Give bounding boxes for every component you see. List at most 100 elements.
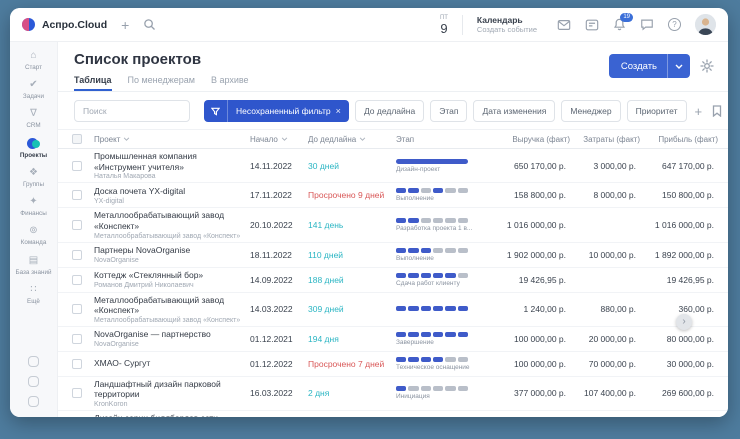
sidebar-item-finance[interactable]: ✦Финансы <box>14 192 52 221</box>
active-filter-chip[interactable]: Несохраненный фильтр × <box>204 100 349 122</box>
sidebar-item-label: Группы <box>23 181 44 188</box>
scroll-right-button[interactable]: › <box>676 314 692 330</box>
tab-table[interactable]: Таблица <box>74 75 112 91</box>
project-name-link[interactable]: ХМАО- Сургут <box>94 358 250 369</box>
table-row[interactable]: Металлообрабатывающий завод «Конспект» М… <box>58 208 728 242</box>
column-header-revenue[interactable]: Выручка (факт) <box>496 135 570 144</box>
table-row[interactable]: Металлообрабатывающий завод «Конспект» М… <box>58 293 728 327</box>
project-revenue: 158 800,00 р. <box>496 190 570 200</box>
column-header-deadline[interactable]: До дедлайна <box>308 135 396 144</box>
sidebar-item-more[interactable]: ∷Ещё <box>14 280 52 309</box>
row-checkbox[interactable] <box>72 388 82 398</box>
calendar-widget[interactable]: Календарь Создать событие <box>477 15 537 35</box>
project-name-link[interactable]: Ландшафтный дизайн парковой территории <box>94 379 250 400</box>
quick-add-button[interactable]: + <box>121 18 129 32</box>
calendar-date[interactable]: пт 9 <box>440 15 448 35</box>
row-checkbox[interactable] <box>72 334 82 344</box>
user-avatar[interactable] <box>695 14 716 35</box>
project-name-link[interactable]: Промышленная компания «Инструмент учител… <box>94 151 250 172</box>
stage-label: Разработка проекта 1 в... <box>396 225 492 232</box>
funnel-icon: ∇ <box>30 108 37 120</box>
row-checkbox[interactable] <box>72 220 82 230</box>
project-name-link[interactable]: Партнеры NovaOrganise <box>94 245 250 256</box>
sidebar-item-tasks[interactable]: ✔Задачи <box>14 75 52 104</box>
sidebar-item-label: Старт <box>25 64 42 71</box>
row-checkbox[interactable] <box>72 275 82 285</box>
row-checkbox[interactable] <box>72 250 82 260</box>
project-name-link[interactable]: Металлообрабатывающий завод «Конспект» <box>94 210 250 231</box>
create-button[interactable]: Создать <box>609 54 690 78</box>
project-deadline: 188 дней <box>308 275 396 285</box>
table-row[interactable]: Промышленная компания «Инструмент учител… <box>58 149 728 183</box>
sidebar-extra-icon-3[interactable] <box>28 396 39 407</box>
column-header-costs[interactable]: Затраты (факт) <box>570 135 640 144</box>
sidebar-item-projects[interactable]: Проекты <box>14 134 52 163</box>
sidebar-item-knowledge[interactable]: ▤База знаний <box>14 251 52 280</box>
team-icon: ⊚ <box>29 225 37 237</box>
project-revenue: 19 426,95 р. <box>496 275 570 285</box>
column-header-start[interactable]: Начало <box>250 135 308 144</box>
finance-icon: ✦ <box>29 196 37 208</box>
page-settings-gear-icon[interactable] <box>700 59 714 73</box>
sidebar: ⌂Старт✔Задачи∇CRMПроекты❖Группы✦Финансы⊚… <box>10 42 58 417</box>
column-header-project[interactable]: Проект <box>94 135 250 144</box>
sidebar-item-team[interactable]: ⊚Команда <box>14 221 52 250</box>
main-content: Список проектов ТаблицаПо менеджерамВ ар… <box>58 42 728 417</box>
sidebar-item-groups[interactable]: ❖Группы <box>14 163 52 192</box>
calendar-create-event: Создать событие <box>477 25 537 34</box>
bookmark-icon[interactable] <box>710 105 724 117</box>
column-header-profit[interactable]: Прибыль (факт) <box>640 135 718 144</box>
project-name-link[interactable]: Доска почета YX-digital <box>94 186 250 197</box>
sidebar-item-label: Задачи <box>23 93 44 100</box>
add-filter-icon[interactable]: + <box>693 104 705 119</box>
sidebar-item-start[interactable]: ⌂Старт <box>14 46 52 75</box>
tab-by-manager[interactable]: По менеджерам <box>128 75 195 91</box>
project-client: Романов Дмитрий Николаевич <box>94 282 250 289</box>
project-name-link[interactable]: Дизайн серии биллбордов сети закусочных … <box>94 413 250 417</box>
stage-progress-bar <box>396 273 468 278</box>
filter-button[interactable]: Дата изменения <box>473 100 555 122</box>
filter-button[interactable]: Приоритет <box>627 100 687 122</box>
select-all-checkbox[interactable] <box>72 134 82 144</box>
project-client: NovaOrganise <box>94 257 250 264</box>
notifications-badge: 19 <box>620 13 633 22</box>
filter-button[interactable]: До дедлайна <box>355 100 424 122</box>
project-profit: 1 016 000,00 р. <box>640 220 718 230</box>
project-name-link[interactable]: NovaOrganise — партнерство <box>94 329 250 340</box>
table-row[interactable]: Партнеры NovaOrganise NovaOrganise 18.11… <box>58 243 728 268</box>
notifications-bell-icon[interactable]: 19 <box>613 18 626 31</box>
search-input[interactable] <box>74 100 190 122</box>
project-name-link[interactable]: Металлообрабатывающий завод «Конспект» <box>94 295 250 316</box>
search-icon[interactable] <box>143 18 156 31</box>
filter-button[interactable]: Менеджер <box>561 100 620 122</box>
table-row[interactable]: Ландшафтный дизайн парковой территории K… <box>58 377 728 411</box>
sidebar-item-crm[interactable]: ∇CRM <box>14 104 52 133</box>
table-row[interactable]: ХМАО- Сургут 01.12.2022 Просрочено 7 дне… <box>58 352 728 377</box>
app-logo[interactable]: Аспро.Cloud <box>22 17 107 32</box>
create-dropdown-caret-icon[interactable] <box>668 64 690 69</box>
row-checkbox[interactable] <box>72 359 82 369</box>
notes-icon[interactable] <box>585 19 599 31</box>
table-row[interactable]: Доска почета YX-digital YX-digital 17.11… <box>58 183 728 208</box>
row-checkbox[interactable] <box>72 304 82 314</box>
more-icon: ∷ <box>30 284 36 296</box>
project-revenue: 1 016 000,00 р. <box>496 220 570 230</box>
project-deadline: 2 дня <box>308 388 396 398</box>
row-checkbox[interactable] <box>72 190 82 200</box>
chat-icon[interactable] <box>640 18 654 31</box>
filter-button[interactable]: Этап <box>430 100 467 122</box>
table-row[interactable]: Дизайн серии биллбордов сети закусочных … <box>58 411 728 417</box>
table-row[interactable]: NovaOrganise — партнерство NovaOrganise … <box>58 327 728 352</box>
sidebar-extra-icon-2[interactable] <box>28 376 39 387</box>
tab-archive[interactable]: В архиве <box>211 75 249 91</box>
project-name-link[interactable]: Коттедж «Стеклянный бор» <box>94 270 250 281</box>
column-header-stage[interactable]: Этап <box>396 135 496 144</box>
mail-icon[interactable] <box>557 19 571 31</box>
stage-progress-bar <box>396 386 468 391</box>
project-profit: 269 600,00 р. <box>640 388 718 398</box>
table-row[interactable]: Коттедж «Стеклянный бор» Романов Дмитрий… <box>58 268 728 293</box>
row-checkbox[interactable] <box>72 161 82 171</box>
sidebar-extra-icon-1[interactable] <box>28 356 39 367</box>
filter-chip-close-icon[interactable]: × <box>336 106 349 116</box>
help-icon[interactable]: ? <box>668 18 681 31</box>
